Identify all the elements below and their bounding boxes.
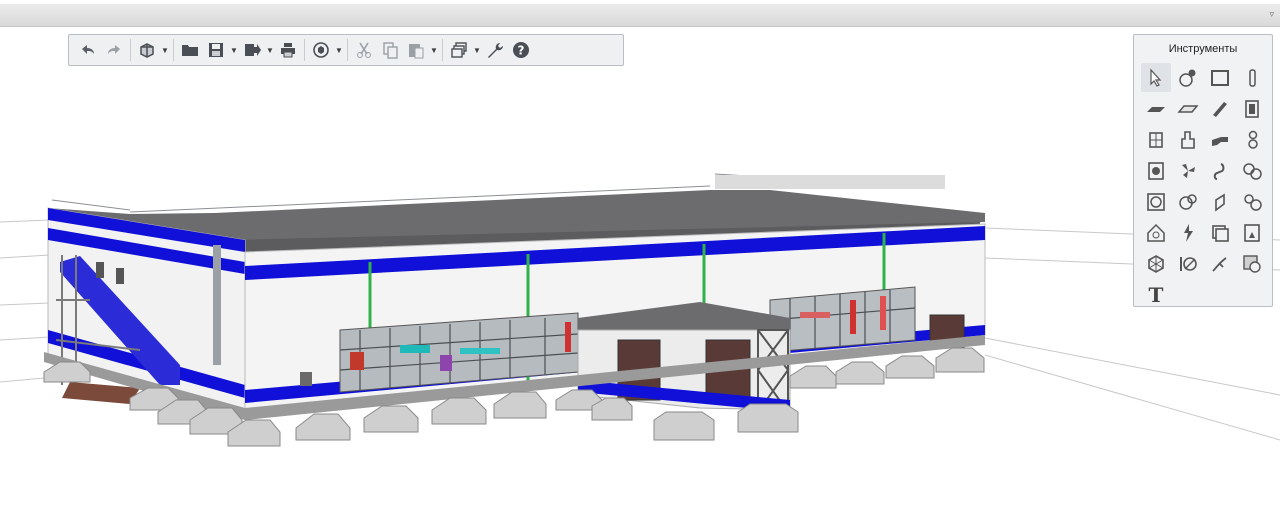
cut-icon[interactable] (351, 38, 377, 62)
open-folder-icon[interactable] (177, 38, 203, 62)
toolbar-separator (130, 39, 131, 61)
pipe-fitting-icon[interactable] (1237, 125, 1267, 154)
paste-dropdown[interactable]: ▼ (429, 38, 439, 62)
text-icon[interactable]: T (1141, 280, 1171, 309)
cabinet-icon[interactable] (1237, 218, 1267, 247)
3d-viewport[interactable] (0, 27, 1280, 513)
main-toolbar: ▼ ▼ ▼ ▼ ▼ ▼ ? (68, 34, 624, 66)
lamp-icon[interactable] (1141, 218, 1171, 247)
tools-panel: Инструменты T (1133, 34, 1273, 307)
duct-fitting-icon[interactable] (1173, 187, 1203, 216)
text-tool-label: T (1148, 282, 1164, 307)
settings-wrench-icon[interactable] (482, 38, 508, 62)
fan-icon[interactable] (1173, 156, 1203, 185)
window-icon[interactable] (1141, 125, 1171, 154)
tools-panel-title: Инструменты (1168, 43, 1238, 55)
view-3d-dropdown[interactable]: ▼ (160, 38, 170, 62)
toolbar-separator (442, 39, 443, 61)
layers-dropdown[interactable]: ▼ (472, 38, 482, 62)
redo-icon[interactable] (101, 38, 127, 62)
paste-icon[interactable] (403, 38, 429, 62)
electrical-icon[interactable] (1173, 218, 1203, 247)
slab-icon[interactable] (1141, 94, 1171, 123)
panel-icon[interactable] (1205, 218, 1235, 247)
cable-icon[interactable] (1205, 249, 1235, 278)
beam-icon[interactable] (1205, 94, 1235, 123)
floor-icon[interactable] (1173, 94, 1203, 123)
layers-icon[interactable] (446, 38, 472, 62)
export-icon[interactable] (239, 38, 265, 62)
svg-text:?: ? (518, 44, 525, 58)
save-dropdown[interactable]: ▼ (229, 38, 239, 62)
accessory-icon[interactable] (1237, 187, 1267, 216)
print-icon[interactable] (275, 38, 301, 62)
view-3d-icon[interactable] (134, 38, 160, 62)
tank-icon[interactable] (1141, 156, 1171, 185)
pipe-icon[interactable] (1205, 125, 1235, 154)
copy-icon[interactable] (377, 38, 403, 62)
select-arrow-icon[interactable] (1141, 63, 1171, 92)
window-title-bar: ▿ (0, 4, 1280, 27)
gauge-icon[interactable] (1141, 187, 1171, 216)
equipment-icon[interactable] (1173, 125, 1203, 154)
sensor-icon[interactable] (1173, 249, 1203, 278)
door-icon[interactable] (1237, 94, 1267, 123)
save-icon[interactable] (203, 38, 229, 62)
toolbar-separator (347, 39, 348, 61)
help-icon[interactable]: ? (508, 38, 534, 62)
export-dropdown[interactable]: ▼ (265, 38, 275, 62)
hatch-icon[interactable] (1237, 249, 1267, 278)
object-model-icon[interactable] (1173, 63, 1203, 92)
tools-grid: T (1141, 63, 1269, 311)
rotate-view-dropdown[interactable]: ▼ (334, 38, 344, 62)
valve-icon[interactable] (1205, 156, 1235, 185)
network-icon[interactable] (1141, 249, 1171, 278)
toolbar-separator (304, 39, 305, 61)
wall-icon[interactable] (1205, 63, 1235, 92)
undo-icon[interactable] (75, 38, 101, 62)
duct-icon[interactable] (1205, 187, 1235, 216)
column-icon[interactable] (1237, 63, 1267, 92)
toolbar-separator (173, 39, 174, 61)
window-menu-arrow[interactable]: ▿ (1269, 9, 1274, 20)
rotate-view-icon[interactable] (308, 38, 334, 62)
pump-icon[interactable] (1237, 156, 1267, 185)
